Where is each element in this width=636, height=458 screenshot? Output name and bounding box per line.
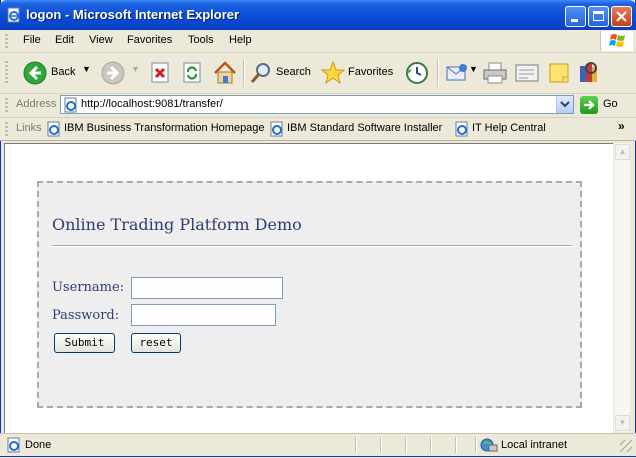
status-text: Done xyxy=(25,439,52,451)
minimize-icon xyxy=(571,19,578,22)
status-done: Done xyxy=(6,437,51,456)
go-button[interactable] xyxy=(580,96,598,114)
discuss-icon[interactable] xyxy=(547,61,571,85)
address-grip[interactable] xyxy=(5,98,8,113)
address-label: Address xyxy=(16,98,57,110)
address-dropdown-button[interactable] xyxy=(556,96,573,113)
favorites-button-label[interactable]: Favorites xyxy=(348,66,393,78)
address-input-box[interactable]: http://localhost:9081/transfer/ xyxy=(60,95,574,114)
address-bar: Address http://localhost:9081/transfer/ … xyxy=(0,94,636,118)
close-button[interactable] xyxy=(611,6,632,27)
username-label: Username: xyxy=(52,280,125,295)
links-chevron-icon[interactable]: » xyxy=(618,119,625,133)
title-bar[interactable]: logon - Microsoft Internet Explorer xyxy=(0,0,636,30)
home-icon[interactable] xyxy=(212,60,238,86)
back-dropdown-arrow-icon[interactable]: ▼ xyxy=(82,64,91,74)
menu-bar: File Edit View Favorites Tools Help xyxy=(0,30,636,53)
login-panel: Online Trading Platform Demo Username: P… xyxy=(37,181,582,408)
scroll-up-button[interactable]: ▲ xyxy=(615,144,630,160)
mail-dropdown-arrow-icon[interactable]: ▼ xyxy=(469,64,478,74)
window-title: logon - Microsoft Internet Explorer xyxy=(26,7,240,22)
edit-icon[interactable] xyxy=(514,62,540,84)
ie-page-icon xyxy=(455,121,468,137)
menu-tools[interactable]: Tools xyxy=(188,34,214,46)
history-icon[interactable] xyxy=(405,61,429,85)
title-divider xyxy=(52,245,572,247)
chevron-down-icon xyxy=(560,101,570,108)
search-icon[interactable] xyxy=(250,62,272,84)
status-divider xyxy=(355,437,357,453)
page-favicon-icon xyxy=(64,97,77,113)
status-divider xyxy=(455,437,457,453)
menu-file[interactable]: File xyxy=(23,34,41,46)
refresh-icon[interactable] xyxy=(182,62,203,84)
search-button-label[interactable]: Search xyxy=(276,66,311,78)
window-right-frame xyxy=(630,143,635,433)
toolbar-separator xyxy=(437,59,439,87)
ie-page-icon xyxy=(7,437,20,453)
reset-button[interactable]: reset xyxy=(131,333,181,353)
maximize-button[interactable] xyxy=(588,6,609,27)
status-bar: Done Local intranet xyxy=(0,433,636,456)
ie-page-icon xyxy=(47,121,60,137)
address-url[interactable]: http://localhost:9081/transfer/ xyxy=(81,98,223,110)
back-button-label[interactable]: Back xyxy=(51,66,75,78)
security-zone: Local intranet xyxy=(480,437,567,456)
toolbar-grip[interactable] xyxy=(5,61,8,85)
status-divider xyxy=(430,437,432,453)
print-icon[interactable] xyxy=(482,61,508,85)
menu-edit[interactable]: Edit xyxy=(55,34,74,46)
mail-icon[interactable] xyxy=(445,62,469,84)
minimize-button[interactable] xyxy=(565,6,586,27)
back-icon[interactable] xyxy=(23,61,47,85)
link-label: IBM Standard Software Installer xyxy=(287,122,443,134)
resize-grip[interactable] xyxy=(620,440,632,452)
standard-toolbar: Back ▼ ▼ Search Favorites ▼ xyxy=(0,53,636,94)
links-grip[interactable] xyxy=(5,122,8,136)
local-intranet-icon xyxy=(480,438,498,452)
page-content: Online Trading Platform Demo Username: P… xyxy=(4,143,613,433)
scroll-down-button[interactable]: ▼ xyxy=(615,415,630,431)
forward-dropdown-arrow-icon[interactable]: ▼ xyxy=(131,64,140,74)
password-field[interactable] xyxy=(131,304,276,326)
link-label: IT Help Central xyxy=(472,122,546,134)
research-icon[interactable] xyxy=(577,60,601,86)
ie-page-icon xyxy=(7,7,20,23)
password-label: Password: xyxy=(52,308,120,323)
maximize-icon xyxy=(593,11,604,21)
status-divider xyxy=(405,437,407,453)
ie-page-icon xyxy=(270,121,283,137)
username-field[interactable] xyxy=(131,277,283,299)
menu-view[interactable]: View xyxy=(89,34,113,46)
menu-grip[interactable] xyxy=(5,34,8,48)
toolbar-separator xyxy=(243,59,245,87)
menu-favorites[interactable]: Favorites xyxy=(127,34,172,46)
close-icon xyxy=(616,11,627,22)
windows-flag-icon xyxy=(609,34,625,47)
menu-help[interactable]: Help xyxy=(229,34,252,46)
windows-logo xyxy=(600,31,633,51)
stop-icon[interactable] xyxy=(150,62,171,84)
submit-button[interactable]: Submit xyxy=(54,333,115,353)
page-title: Online Trading Platform Demo xyxy=(52,215,302,234)
status-divider xyxy=(475,437,477,453)
links-label: Links xyxy=(16,122,42,134)
links-bar: Links IBM Business Transformation Homepa… xyxy=(0,118,636,141)
go-arrow-icon xyxy=(584,100,595,110)
link-label: IBM Business Transformation Homepage xyxy=(64,122,265,134)
go-label[interactable]: Go xyxy=(603,98,618,110)
forward-icon[interactable] xyxy=(101,61,125,85)
security-zone-label: Local intranet xyxy=(501,439,568,451)
vertical-scrollbar[interactable]: ▲ ▼ xyxy=(613,143,631,432)
status-divider xyxy=(380,437,382,453)
favorites-star-icon[interactable] xyxy=(320,60,346,86)
